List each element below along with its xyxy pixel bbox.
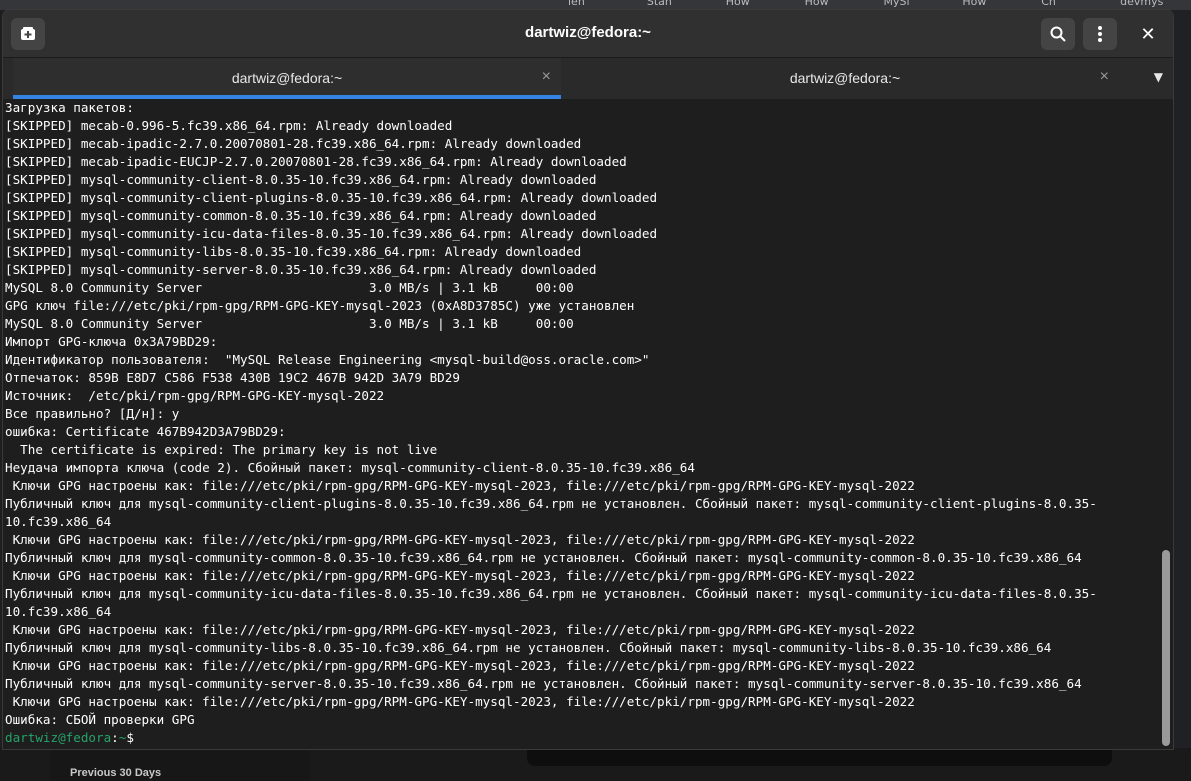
search-icon [1050, 26, 1066, 42]
tab-label: dartwiz@fedora:~ [231, 70, 343, 86]
terminal-line: Все правильно? [Д/н]: y [5, 406, 180, 421]
terminal-prompt[interactable]: dartwiz@fedora:~$ [3, 729, 1158, 747]
tab-list-dropdown-icon[interactable]: ▼ [1154, 70, 1163, 84]
window-title: dartwiz@fedora:~ [525, 24, 651, 41]
terminal-line: [SKIPPED] mysql-community-common-8.0.35-… [5, 208, 597, 223]
terminal-line: Импорт GPG-ключа 0x3A79BD29: [5, 334, 218, 349]
prompt-symbol: $ [126, 730, 134, 745]
terminal-line: Ключи GPG настроены как: file:///etc/pki… [5, 568, 915, 583]
terminal-line: Ключи GPG настроены как: file:///etc/pki… [5, 622, 915, 637]
terminal-line: Идентификатор пользователя: "MySQL Relea… [5, 352, 650, 367]
terminal-line: Ошибка: СБОЙ проверки GPG [5, 712, 195, 727]
terminal-line: [SKIPPED] mecab-0.996-5.fc39.x86_64.rpm:… [5, 118, 453, 133]
menu-button[interactable] [1083, 18, 1117, 50]
tab-bar: dartwiz@fedora:~ × dartwiz@fedora:~ × ▼ [3, 57, 1173, 99]
scrollbar-thumb[interactable] [1162, 550, 1170, 746]
terminal-line: Публичный ключ для mysql-community-commo… [5, 550, 1082, 565]
terminal-line: The certificate is expired: The primary … [5, 442, 438, 457]
terminal-line: Загрузка пакетов: [5, 100, 134, 115]
terminal-line: Ключи GPG настроены как: file:///etc/pki… [5, 478, 915, 493]
terminal-line: [SKIPPED] mecab-ipadic-2.7.0.20070801-28… [5, 136, 582, 151]
terminal-line: 10.fc39.x86_64 [5, 514, 112, 529]
tab-1[interactable]: dartwiz@fedora:~ × [13, 58, 561, 99]
title-bar: dartwiz@fedora:~ ✕ [3, 10, 1173, 57]
terminal-line: Публичный ключ для mysql-community-serve… [5, 676, 1082, 691]
background-sidebar-label: Previous 30 Days [70, 767, 162, 779]
terminal-line: [SKIPPED] mysql-community-client-plugins… [5, 190, 658, 205]
terminal-line: [SKIPPED] mecab-ipadic-EUCJP-2.7.0.20070… [5, 154, 627, 169]
terminal-line: MySQL 8.0 Community Server 3.0 MB/s | 3.… [5, 316, 574, 331]
tab-label: dartwiz@fedora:~ [789, 70, 901, 86]
search-button[interactable] [1041, 18, 1075, 50]
terminal-line: Публичный ключ для mysql-community-icu-d… [5, 586, 1097, 601]
prompt-separator: : [111, 730, 119, 745]
terminal-line: Источник: /etc/pki/rpm-gpg/RPM-GPG-KEY-m… [5, 388, 385, 403]
terminal-line: Публичный ключ для mysql-community-libs-… [5, 640, 1052, 655]
terminal-line: Неудача импорта ключа (code 2). Сбойный … [5, 460, 695, 475]
terminal-line: [SKIPPED] mysql-community-server-8.0.35-… [5, 262, 597, 277]
terminal-line: MySQL 8.0 Community Server 3.0 MB/s | 3.… [5, 280, 574, 295]
terminal-line: Ключи GPG настроены как: file:///etc/pki… [5, 532, 915, 547]
terminal-line: Публичный ключ для mysql-community-clien… [5, 496, 1097, 511]
terminal-output[interactable]: Загрузка пакетов: [SKIPPED] mecab-0.996-5… [3, 99, 1158, 749]
terminal-line: GPG ключ file:///etc/pki/rpm-gpg/RPM-GPG… [5, 298, 635, 313]
tab-2[interactable]: dartwiz@fedora:~ × [571, 58, 1119, 99]
background-browser-edge [1172, 10, 1191, 781]
terminal-line: [SKIPPED] mysql-community-client-8.0.35-… [5, 172, 597, 187]
close-icon: ✕ [1140, 23, 1156, 45]
terminal-line: Ключи GPG настроены как: file:///etc/pki… [5, 658, 915, 673]
terminal-window: dartwiz@fedora:~ ✕ dartwiz@fedora:~ × da… [2, 9, 1174, 750]
prompt-user-host: dartwiz@fedora [5, 730, 112, 745]
tab-close-icon[interactable]: × [542, 68, 551, 86]
terminal-line: [SKIPPED] mysql-community-libs-8.0.35-10… [5, 244, 582, 259]
terminal-line: 10.fc39.x86_64 [5, 604, 112, 619]
terminal-line: Отпечаток: 859B E8D7 C586 F538 430B 19C2… [5, 370, 460, 385]
kebab-menu-icon [1098, 26, 1102, 42]
terminal-line: ошибка: Certificate 467B942D3A79BD29: [5, 424, 286, 439]
close-window-button[interactable]: ✕ [1131, 18, 1165, 50]
terminal-line: [SKIPPED] mysql-community-icu-data-files… [5, 226, 658, 241]
background-input-box [527, 748, 1112, 766]
tab-close-icon[interactable]: × [1100, 68, 1109, 86]
terminal-line: Ключи GPG настроены как: file:///etc/pki… [5, 694, 915, 709]
